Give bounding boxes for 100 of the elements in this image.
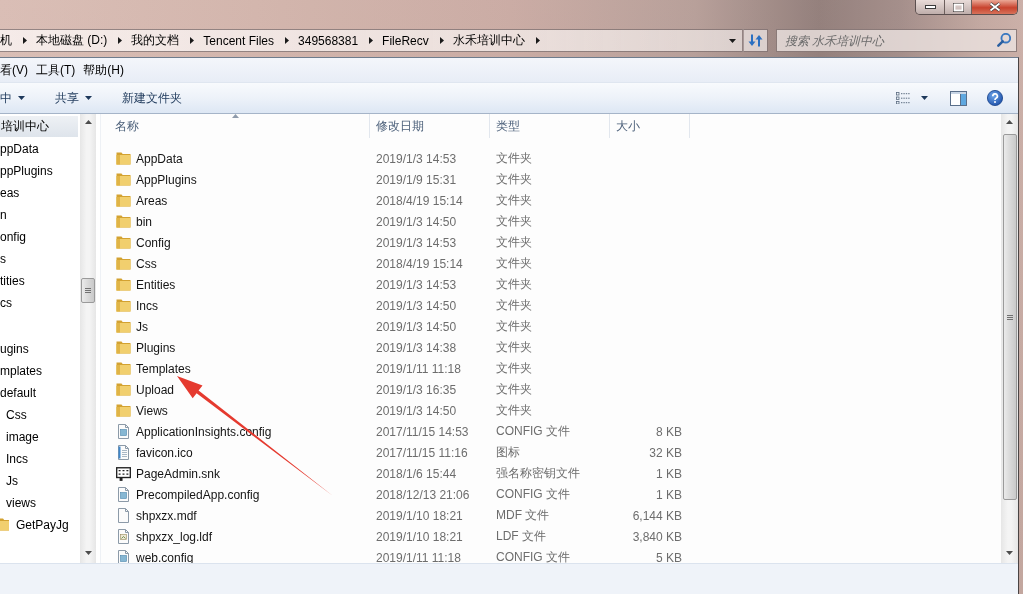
file-name[interactable]: Entities xyxy=(136,277,176,292)
file-size: 32 KB xyxy=(649,445,682,460)
caret-right-icon[interactable] xyxy=(118,37,123,44)
folder-icon xyxy=(0,518,9,531)
file-name[interactable]: AppPlugins xyxy=(136,172,197,187)
nav-item[interactable]: ppData xyxy=(0,138,39,159)
nav-item[interactable]: tities xyxy=(0,270,25,291)
document-icon xyxy=(118,487,129,502)
modified-date: 2019/1/10 18:21 xyxy=(376,508,463,523)
breadcrumb-item[interactable]: Tencent Files xyxy=(203,30,286,51)
nav-item[interactable]: ugins xyxy=(0,338,29,359)
refresh-button[interactable] xyxy=(743,29,768,52)
nav-item[interactable]: 培训中心 xyxy=(0,116,78,137)
modified-date: 2019/1/10 18:21 xyxy=(376,529,463,544)
toolbar-button[interactable]: 新建文件夹 xyxy=(107,86,197,110)
folder-icon xyxy=(116,404,131,417)
nav-item[interactable]: views xyxy=(0,492,36,513)
nav-item[interactable]: Js xyxy=(0,470,18,491)
nav-item[interactable]: Css xyxy=(0,404,27,425)
preview-pane-icon[interactable] xyxy=(950,90,967,106)
file-name[interactable]: AppData xyxy=(136,151,183,166)
nav-item[interactable]: cs xyxy=(0,292,12,313)
modified-date: 2019/1/3 14:50 xyxy=(376,298,457,313)
menu-item[interactable]: 帮助(H) xyxy=(83,59,124,81)
nav-item[interactable]: eas xyxy=(0,182,20,203)
scroll-up-icon[interactable] xyxy=(84,120,92,124)
nav-item[interactable]: onfig xyxy=(0,226,27,247)
nav-item[interactable]: s xyxy=(0,248,6,269)
file-type: 文件夹 xyxy=(496,340,532,354)
folder-icon xyxy=(116,362,131,375)
caret-right-icon[interactable] xyxy=(190,37,195,44)
breadcrumb-item[interactable]: 机 xyxy=(0,30,23,51)
file-name[interactable]: PageAdmin.snk xyxy=(136,466,221,481)
modified-date: 2019/1/9 15:31 xyxy=(376,172,457,187)
folder-icon xyxy=(116,194,131,207)
scroll-up-icon[interactable] xyxy=(1006,120,1013,124)
close-icon xyxy=(988,2,1001,12)
breadcrumb-item[interactable]: 水禾培训中心 xyxy=(452,30,536,51)
folder-icon xyxy=(116,320,131,333)
modified-date: 2019/1/3 14:38 xyxy=(376,340,457,355)
file-type: 图标 xyxy=(496,445,520,459)
modified-date: 2018/12/13 21:06 xyxy=(376,487,470,502)
caret-right-icon[interactable] xyxy=(369,37,374,44)
search-icon[interactable] xyxy=(997,33,1011,47)
minimize-button[interactable] xyxy=(916,0,945,14)
nav-item[interactable]: Incs xyxy=(0,448,28,469)
file-name[interactable]: shpxzx_log.ldf xyxy=(136,529,213,544)
breadcrumb-item[interactable]: FileRecv xyxy=(382,30,440,51)
search-field[interactable]: 搜索 水禾培训中心 xyxy=(776,29,1017,52)
file-name[interactable]: Areas xyxy=(136,193,168,208)
close-button[interactable] xyxy=(972,0,1017,14)
scrollbar-thumb[interactable] xyxy=(81,278,95,303)
nav-item[interactable]: GetPayJg xyxy=(0,514,69,535)
caret-down-icon[interactable] xyxy=(729,38,736,43)
maximize-button[interactable] xyxy=(945,0,972,14)
file-name[interactable]: Css xyxy=(136,256,157,271)
breadcrumb-item[interactable]: 本地磁盘 (D:) xyxy=(36,30,119,51)
list-view-icon[interactable] xyxy=(896,92,910,104)
file-name[interactable]: Upload xyxy=(136,382,175,397)
modified-date: 2018/4/19 15:14 xyxy=(376,193,463,208)
file-name[interactable]: shpxzx.mdf xyxy=(136,508,197,523)
caret-right-icon[interactable] xyxy=(439,37,444,44)
caret-right-icon[interactable] xyxy=(23,37,27,44)
caret-down-icon[interactable] xyxy=(921,96,928,100)
address-bar[interactable]: 机 本地磁盘 (D:) 我的文档 Tencent Files 349568381 FileRecv 水禾培训中心 xyxy=(0,29,743,52)
file-name[interactable]: bin xyxy=(136,214,152,229)
caret-right-icon[interactable] xyxy=(285,37,290,44)
nav-item[interactable]: default xyxy=(0,382,37,403)
nav-item[interactable]: n xyxy=(0,204,7,225)
caret-right-icon[interactable] xyxy=(535,37,540,44)
toolbar-button[interactable]: 共享 xyxy=(40,86,107,110)
blank-document-icon xyxy=(118,508,129,523)
file-size: 1 KB xyxy=(656,487,682,502)
breadcrumb-item[interactable]: 349568381 xyxy=(298,30,370,51)
nav-item[interactable]: ppPlugins xyxy=(0,160,53,181)
scrollbar-thumb[interactable] xyxy=(1002,134,1017,500)
modified-date: 2017/11/15 11:16 xyxy=(376,445,468,460)
file-name[interactable]: PrecompiledApp.config xyxy=(136,487,260,502)
scroll-down-icon[interactable] xyxy=(1006,551,1013,555)
toolbar-button[interactable]: 中 xyxy=(0,86,40,110)
file-name[interactable]: favicon.ico xyxy=(136,445,193,460)
menu-item[interactable]: 工具(T) xyxy=(36,59,76,81)
minimize-icon xyxy=(924,5,936,9)
file-size: 6,144 KB xyxy=(632,508,682,523)
file-type: 文件夹 xyxy=(496,319,532,333)
file-name[interactable]: Views xyxy=(136,403,168,418)
scroll-down-icon[interactable] xyxy=(84,551,92,555)
breadcrumb-item[interactable]: 我的文档 xyxy=(131,30,191,51)
nav-item[interactable]: image xyxy=(0,426,39,447)
file-name[interactable]: Incs xyxy=(136,298,158,313)
file-name[interactable]: Config xyxy=(136,235,171,250)
scrollbar-track[interactable] xyxy=(1001,114,1018,563)
file-name[interactable]: Plugins xyxy=(136,340,176,355)
scrollbar-track[interactable] xyxy=(80,114,96,563)
file-name[interactable]: Templates xyxy=(136,361,191,376)
nav-item[interactable]: mplates xyxy=(0,360,43,381)
help-icon[interactable] xyxy=(987,90,1003,106)
file-name[interactable]: Js xyxy=(136,319,148,334)
file-type: CONFIG 文件 xyxy=(496,550,570,563)
menu-item[interactable]: 看(V) xyxy=(0,59,28,81)
